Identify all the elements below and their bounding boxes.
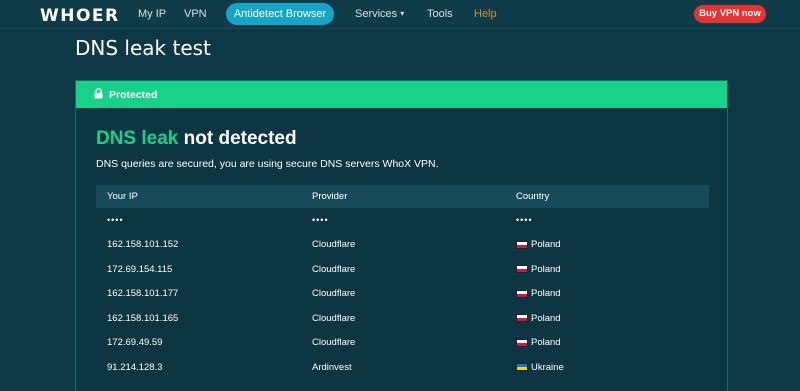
nav-services-label: Services (355, 8, 398, 20)
column-your-ip: Your IP (107, 191, 138, 202)
top-nav: WHOER My IP VPN Antidetect Browser Servi… (0, 0, 800, 29)
poland-flag-icon (516, 240, 528, 249)
page-title: DNS leak test (75, 36, 211, 60)
poland-flag-icon (516, 289, 528, 298)
result-rest: not detected (178, 128, 297, 149)
country-label: Poland (531, 288, 561, 300)
nav-services[interactable]: Services ▾ (355, 8, 404, 20)
column-provider: Provider (312, 191, 348, 202)
ip-cell: 162.158.101.177 (107, 288, 179, 300)
table-header: Your IP Provider Country (96, 185, 709, 208)
column-country: Country (516, 191, 550, 202)
result-title: DNS leak not detected (96, 128, 297, 150)
country-label: Poland (531, 337, 561, 349)
status-label: Protected (109, 88, 158, 101)
lock-icon (94, 88, 103, 99)
country-cell: Poland (505, 239, 709, 250)
result-subtitle: DNS queries are secured, you are using s… (96, 158, 439, 170)
provider-placeholder: •••• (312, 215, 329, 226)
provider-cell: Cloudflare (312, 288, 356, 300)
country-cell: Poland (505, 264, 709, 275)
nav-vpn[interactable]: VPN (184, 8, 207, 20)
provider-cell: Ardinvest (312, 361, 352, 373)
poland-flag-icon (516, 314, 528, 323)
country-placeholder: •••• (516, 215, 533, 226)
ip-cell: 162.158.101.165 (107, 312, 179, 324)
poland-flag-icon (516, 338, 528, 347)
provider-cell: Cloudflare (312, 312, 356, 324)
provider-cell: Cloudflare (312, 239, 356, 251)
ukraine-flag-icon (516, 363, 528, 372)
table-row: 172.69.154.115 Cloudflare Poland (96, 257, 709, 282)
country-cell: Ukraine (505, 362, 709, 373)
buy-vpn-button[interactable]: Buy VPN now (694, 5, 766, 23)
chevron-down-icon: ▾ (400, 9, 405, 18)
nav-tools[interactable]: Tools (427, 8, 453, 20)
ip-placeholder: •••• (107, 215, 124, 226)
nav-help[interactable]: Help (474, 8, 497, 20)
dns-servers-table: Your IP Provider Country •••• •••• •••• … (96, 185, 709, 380)
nav-my-ip[interactable]: My IP (138, 8, 166, 20)
nav-antidetect-browser[interactable]: Antidetect Browser (226, 3, 334, 25)
country-label: Poland (531, 312, 561, 324)
country-cell: Poland (505, 313, 709, 324)
provider-cell: Cloudflare (312, 337, 356, 349)
poland-flag-icon (516, 265, 528, 274)
whoer-logo[interactable]: WHOER (40, 6, 120, 26)
provider-cell: Cloudflare (312, 263, 356, 275)
country-cell: Poland (505, 288, 709, 299)
country-label: Poland (531, 239, 561, 251)
country-label: Poland (531, 263, 561, 275)
dns-result-card: Protected DNS leak not detected DNS quer… (75, 80, 728, 391)
ip-cell: 91.214.128.3 (107, 361, 163, 373)
table-row: 172.69.49.59 Cloudflare Poland (96, 331, 709, 356)
table-row: 162.158.101.152 Cloudflare Poland (96, 233, 709, 258)
ip-cell: 172.69.49.59 (107, 337, 163, 349)
ip-cell: 162.158.101.152 (107, 239, 179, 251)
table-row: 91.214.128.3 Ardinvest Ukraine (96, 355, 709, 380)
status-banner: Protected (76, 81, 727, 108)
country-cell: Poland (505, 337, 709, 348)
result-accent: DNS leak (96, 128, 179, 149)
table-row: 162.158.101.165 Cloudflare Poland (96, 306, 709, 331)
table-row-placeholder: •••• •••• •••• (96, 208, 709, 233)
table-row: 162.158.101.177 Cloudflare Poland (96, 282, 709, 307)
ip-cell: 172.69.154.115 (107, 263, 173, 275)
country-label: Ukraine (531, 361, 564, 373)
